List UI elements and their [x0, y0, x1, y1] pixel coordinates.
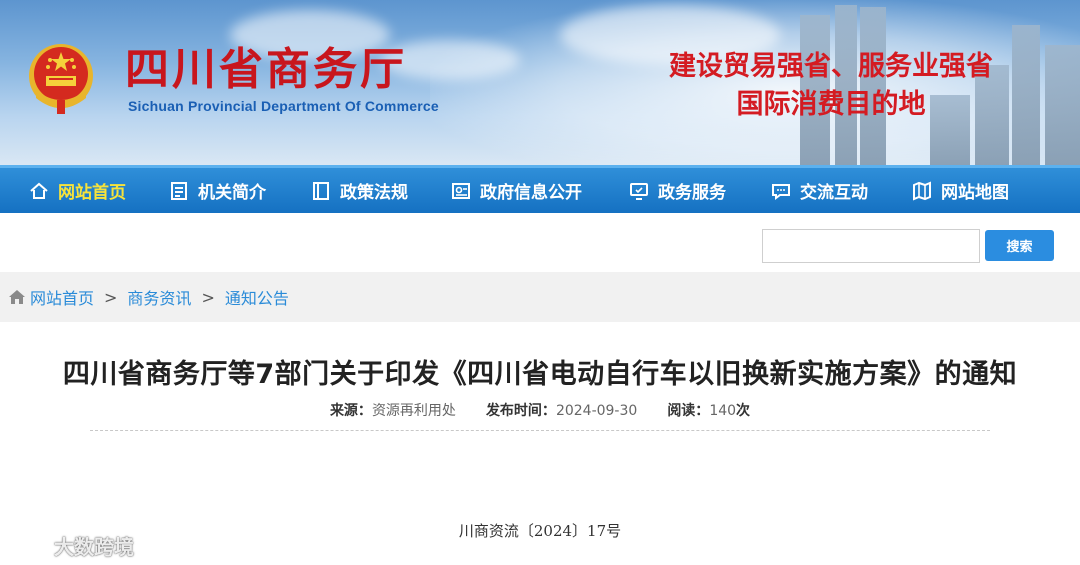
- views-value: 140: [709, 403, 737, 419]
- monitor-icon: [628, 180, 650, 202]
- document-number: 川商资流〔2024〕17号: [458, 522, 622, 540]
- source-label: 来源：: [329, 403, 372, 419]
- search-button[interactable]: 搜索: [985, 230, 1054, 261]
- search-input[interactable]: [762, 229, 980, 263]
- views-unit: 次: [736, 403, 751, 419]
- nav-item-label: 网站首页: [58, 183, 126, 203]
- skyline-building: [1045, 45, 1080, 165]
- nav-item-label: 政府信息公开: [480, 183, 582, 203]
- nav-item-label: 网站地图: [941, 183, 1009, 203]
- home-icon: [28, 180, 50, 202]
- views-label: 阅读：: [667, 403, 710, 419]
- source-value: 资源再利用处: [371, 403, 456, 419]
- watermark-logo-icon: [11, 536, 48, 554]
- slogan: 建设贸易强省、服务业强省 国际消费目的地: [616, 48, 1046, 124]
- article-title: 四川省商务厅等7部门关于印发《四川省电动自行车以旧换新实施方案》的通知: [62, 359, 1018, 390]
- slogan-line: 建设贸易强省、服务业强省: [669, 51, 993, 82]
- id-card-icon: [450, 180, 472, 202]
- breadcrumb-link-home[interactable]: 网站首页: [30, 285, 94, 309]
- document-list-icon: [168, 180, 190, 202]
- national-emblem-icon: [29, 44, 93, 114]
- chat-bubble-icon: [770, 180, 792, 202]
- article-meta: 来源：资源再利用处 发布时间：2024-09-30 阅读：140次: [0, 400, 1080, 420]
- nav-item-services[interactable]: 政务服务: [628, 168, 726, 213]
- breadcrumb-separator: >: [104, 287, 118, 307]
- nav-item-home[interactable]: 网站首页: [28, 168, 126, 213]
- watermark: 大数跨境: [10, 531, 134, 560]
- site-title: 四川省商务厅: [125, 44, 407, 95]
- map-icon: [911, 180, 933, 202]
- nav-item-label: 交流互动: [800, 183, 868, 203]
- main-nav: 网站首页 机关简介 政策法规 政府信息公开 政务服务 交流互动 网站地图: [0, 165, 1080, 213]
- breadcrumb-link-news[interactable]: 商务资讯: [127, 285, 191, 309]
- nav-item-sitemap[interactable]: 网站地图: [911, 168, 1009, 213]
- date-label: 发布时间：: [485, 403, 556, 419]
- nav-item-label: 政务服务: [658, 183, 726, 203]
- nav-item-label: 政策法规: [340, 183, 408, 203]
- slogan-line: 国际消费目的地: [736, 89, 926, 120]
- nav-item-policy[interactable]: 政策法规: [310, 168, 408, 213]
- book-icon: [310, 180, 332, 202]
- home-icon: [9, 290, 25, 304]
- divider: [90, 430, 990, 431]
- site-title-english: Sichuan Provincial Department Of Commerc…: [128, 98, 439, 114]
- breadcrumb-separator: >: [201, 287, 215, 307]
- nav-item-label: 机关简介: [198, 183, 266, 203]
- date-value: 2024-09-30: [555, 403, 638, 419]
- nav-item-gov-info[interactable]: 政府信息公开: [450, 168, 582, 213]
- header-banner: 四川省商务厅 Sichuan Provincial Department Of …: [0, 0, 1080, 165]
- breadcrumb: 网站首页 > 商务资讯 > 通知公告: [0, 272, 1080, 322]
- watermark-text: 大数跨境: [54, 535, 134, 559]
- nav-item-interaction[interactable]: 交流互动: [770, 168, 868, 213]
- nav-item-about[interactable]: 机关简介: [168, 168, 266, 213]
- breadcrumb-link-notices[interactable]: 通知公告: [225, 285, 289, 309]
